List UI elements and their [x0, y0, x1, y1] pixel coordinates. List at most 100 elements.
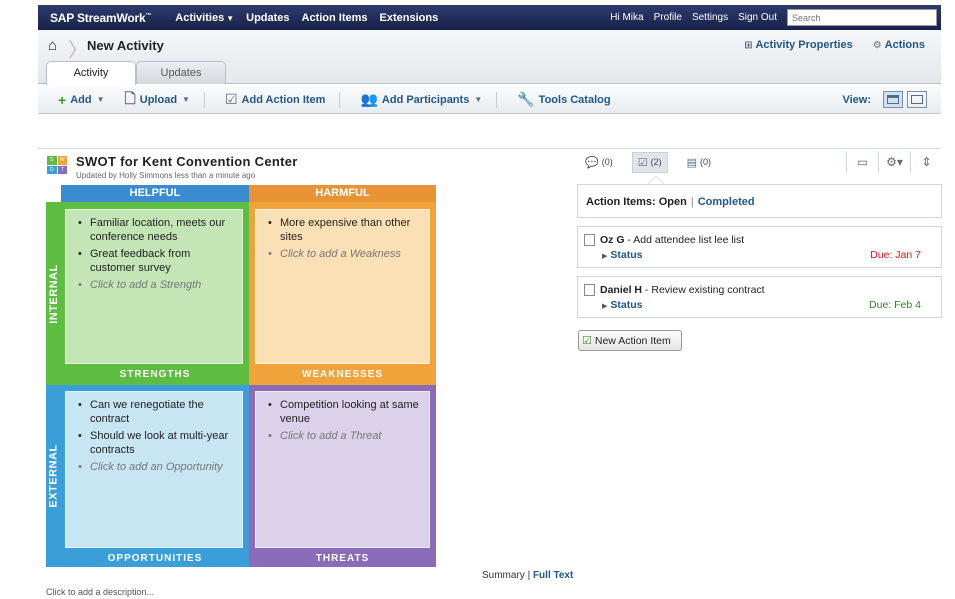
nav-activities-label: Activities [175, 11, 225, 24]
tab-comments[interactable]: 💬 (0) [580, 153, 618, 172]
strengths-label: STRENGTHS [119, 369, 191, 380]
threat-item[interactable]: Competition looking at same venue [268, 398, 421, 426]
opportunity-item[interactable]: Should we look at multi-year contracts [78, 429, 234, 457]
action-items-filter: Action Items: Open | Completed [577, 184, 942, 218]
add-weakness-link[interactable]: Click to add a Weakness [268, 247, 421, 261]
helpful-header: HELPFUL [61, 185, 249, 202]
action-item-checkbox[interactable] [584, 284, 595, 296]
search-input[interactable] [787, 9, 937, 26]
view-split-button[interactable] [883, 91, 903, 108]
panel-sort-button[interactable]: ⇕ [910, 151, 942, 173]
swot-logo-s: S [47, 156, 57, 165]
swot-logo-icon: S W O T [47, 156, 67, 174]
sign-out-link[interactable]: Sign Out [738, 12, 777, 23]
expand-icon: ⊞ [744, 39, 753, 51]
toolbar-divider [496, 91, 498, 108]
add-opportunity-link[interactable]: Click to add an Opportunity [78, 460, 234, 474]
weaknesses-label: WEAKNESSES [301, 369, 384, 380]
filter-completed-link[interactable]: Completed [698, 196, 755, 208]
plus-icon: + [58, 91, 67, 108]
action-item: Oz G - Add attendee list lee list ▶ Statu… [577, 226, 942, 268]
profile-link[interactable]: Profile [654, 12, 682, 23]
nav-activities[interactable]: Activities ▼ [175, 12, 234, 24]
due-date: Due: Jan 7 [870, 249, 921, 261]
action-item: Daniel H - Review existing contract ▶ Sta… [577, 276, 942, 318]
opportunity-item[interactable]: Can we renegotiate the contract [78, 398, 234, 426]
view-switcher: View: [842, 91, 927, 108]
status-link[interactable]: ▶ Status [602, 299, 642, 311]
opportunities-quadrant: Can we renegotiate the contract Should w… [61, 385, 249, 567]
toolbar: + Add ▼ 🗋 Upload ▼ ☑ Add Action Item 👥 Add Par… [38, 86, 941, 114]
layout-full-icon [911, 95, 923, 104]
breadcrumb-separator: 〉 [68, 40, 88, 62]
actions-link[interactable]: ⚙ Actions [873, 39, 925, 51]
activity-properties-link[interactable]: ⊞ Activity Properties [744, 39, 853, 51]
activity-properties-label: Activity Properties [755, 39, 853, 51]
status-link[interactable]: ▶ Status [602, 249, 642, 261]
strength-item[interactable]: Familiar location, meets our conference … [78, 216, 234, 244]
add-label: Add [70, 93, 92, 106]
tab-updates[interactable]: Updates [136, 61, 226, 84]
nav-action-items[interactable]: Action Items [302, 12, 368, 24]
status-label: Status [610, 249, 643, 261]
swot-logo-w: W [57, 156, 67, 165]
nav-extensions[interactable]: Extensions [380, 12, 439, 24]
external-side-label: EXTERNAL [46, 385, 61, 567]
action-item-text: Add attendee list lee list [633, 234, 745, 246]
strengths-content: Familiar location, meets our conference … [65, 209, 243, 364]
panel-layout-button[interactable]: ▭ [846, 151, 878, 173]
comment-icon: 💬 [585, 156, 599, 169]
action-item-icon: ☑ [582, 335, 592, 347]
wrench-icon: 🔧 [517, 91, 535, 107]
triangle-right-icon: ▶ [602, 303, 608, 310]
people-icon: 👥 [360, 91, 378, 107]
nav-updates[interactable]: Updates [246, 12, 289, 24]
add-action-item-button[interactable]: ☑ Add Action Item [225, 91, 326, 108]
full-text-link[interactable]: Full Text [533, 570, 573, 581]
brand-logo[interactable]: SAP StreamWork™ [50, 11, 151, 25]
gear-icon: ⚙▾ [886, 155, 903, 169]
internal-side-label: INTERNAL [46, 202, 61, 385]
threats-quadrant: Competition looking at same venue Click … [249, 385, 436, 567]
tab-action-items[interactable]: ☑ (2) [631, 151, 668, 173]
page: SAP StreamWork™ Activities ▼ Updates Acti… [0, 0, 955, 599]
action-item-owner: Oz G [600, 234, 625, 246]
upload-button[interactable]: 🗋 Upload ▼ [125, 88, 190, 112]
chevron-down-icon: ▼ [182, 95, 190, 104]
action-items-count: (2) [650, 157, 662, 167]
page-title: New Activity [87, 38, 164, 53]
document-icon: 🗋 [124, 89, 136, 106]
view-mode-links: Summary | Full Text [482, 570, 574, 581]
panel-settings-button[interactable]: ⚙▾ [878, 151, 910, 173]
view-full-button[interactable] [907, 91, 927, 108]
add-strength-link[interactable]: Click to add a Strength [78, 278, 234, 292]
add-description-link[interactable]: Click to add a description... [46, 587, 154, 597]
strength-item[interactable]: Great feedback from customer survey [78, 247, 234, 275]
action-item-text: Review existing contract [651, 284, 765, 296]
threats-content: Competition looking at same venue Click … [255, 391, 430, 548]
add-button[interactable]: + Add ▼ [58, 92, 105, 108]
tools-catalog-button[interactable]: 🔧 Tools Catalog [517, 91, 610, 108]
summary-link[interactable]: Summary [482, 570, 525, 581]
add-participants-button[interactable]: 👥 Add Participants ▼ [360, 91, 482, 108]
settings-link[interactable]: Settings [692, 12, 728, 23]
tools-catalog-label: Tools Catalog [538, 93, 611, 106]
brand-trademark: ™ [145, 12, 152, 19]
home-icon[interactable]: ⌂ [48, 37, 57, 54]
tab-activity[interactable]: Activity [46, 61, 136, 85]
weaknesses-content: More expensive than other sites Click to… [255, 209, 430, 364]
new-action-item-button[interactable]: ☑ New Action Item [578, 330, 682, 351]
action-item-checkbox[interactable] [584, 234, 595, 246]
add-threat-link[interactable]: Click to add a Threat [268, 429, 421, 443]
filter-open[interactable]: Open [659, 196, 687, 208]
action-item-icon: ☑ [637, 156, 648, 169]
action-item-title: Daniel H - Review existing contract [600, 284, 765, 296]
add-participants-label: Add Participants [381, 93, 470, 106]
weakness-item[interactable]: More expensive than other sites [268, 216, 421, 244]
swot-title: SWOT for Kent Convention Center [76, 154, 298, 169]
action-item-owner: Daniel H [600, 284, 643, 296]
tab-decisions[interactable]: ▤ (0) [682, 153, 716, 172]
filter-label: Action Items: [586, 196, 656, 208]
strengths-quadrant: Familiar location, meets our conference … [61, 202, 249, 385]
view-label: View: [842, 93, 871, 106]
